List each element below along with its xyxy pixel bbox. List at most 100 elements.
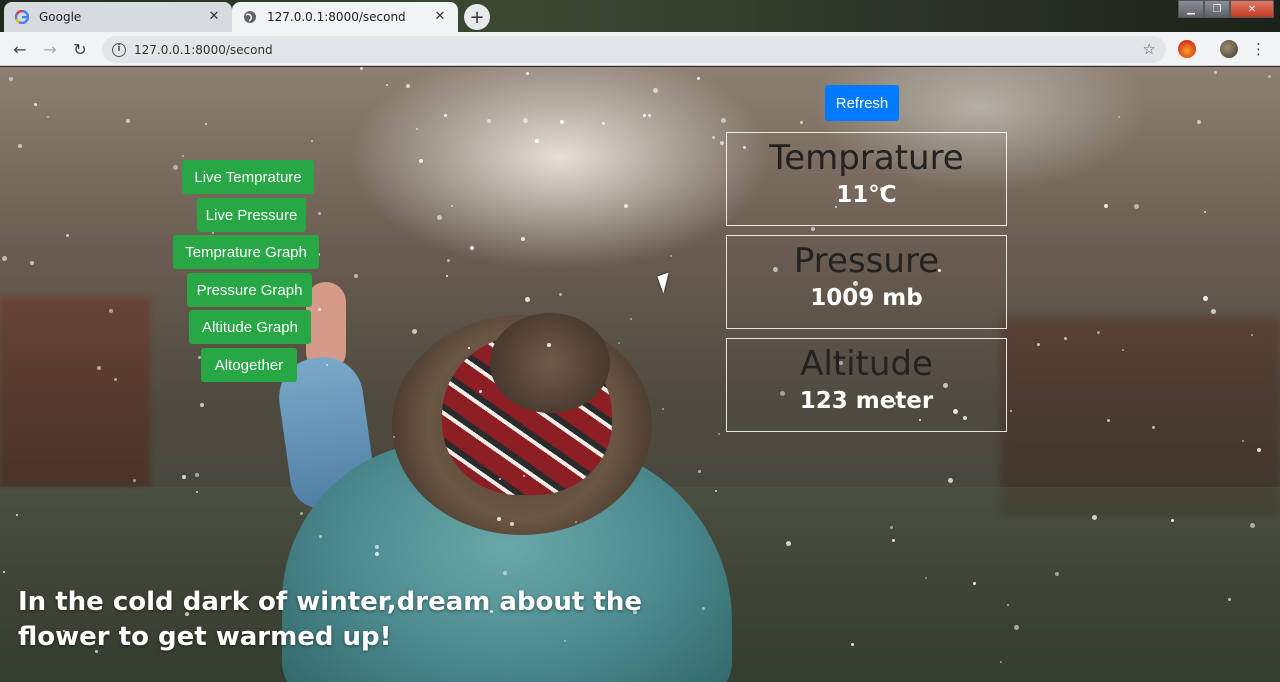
reading-label: Altitude — [800, 344, 933, 384]
snowflake — [1118, 116, 1120, 118]
snowflake — [1104, 204, 1108, 208]
snowflake — [419, 159, 423, 163]
snowflake — [715, 490, 717, 492]
extension-icon[interactable] — [1178, 40, 1196, 58]
snowflake — [375, 552, 379, 556]
quote-line: In the cold dark of winter,dream about t… — [18, 587, 642, 617]
live-pressure-button[interactable]: Live Pressure — [197, 198, 306, 232]
snowflake — [412, 329, 417, 334]
browser-toolbar: ← → ↻ i 127.0.0.1:8000/second ☆ ⋮ — [0, 32, 1280, 66]
snowflake — [1055, 572, 1059, 576]
snowflake — [182, 475, 186, 479]
snowflake — [318, 212, 321, 215]
refresh-button[interactable]: Refresh — [825, 85, 899, 121]
snowflake — [1214, 71, 1217, 74]
snowflake — [212, 232, 214, 234]
snowflake — [535, 139, 539, 143]
snowflake — [66, 234, 69, 237]
snowflake — [643, 114, 646, 117]
avatar[interactable] — [1220, 40, 1238, 58]
snowflake — [721, 118, 726, 123]
globe-icon — [242, 9, 258, 25]
pressure-graph-button[interactable]: Pressure Graph — [187, 273, 312, 307]
temperature-card: Temprature 11°C — [726, 132, 1007, 226]
snowflake — [470, 246, 474, 250]
address-bar[interactable]: i 127.0.0.1:8000/second ☆ — [102, 36, 1166, 63]
quote-line: flower to get warmed up! — [18, 622, 392, 652]
snowflake — [786, 541, 791, 546]
tab-title: Google — [39, 10, 82, 24]
snowflake — [34, 103, 37, 106]
snowflake — [1242, 440, 1244, 442]
star-icon[interactable]: ☆ — [1143, 40, 1156, 58]
temperature-graph-button[interactable]: Temprature Graph — [173, 235, 319, 269]
back-arrow-icon[interactable]: ← — [8, 37, 32, 61]
snowflake — [618, 342, 620, 344]
snowflake — [386, 84, 388, 86]
minimize-icon[interactable]: ▁ — [1178, 0, 1204, 18]
snowflake — [360, 67, 363, 70]
page-content: Live Temprature Live Pressure Temprature… — [0, 67, 1280, 682]
reading-value: 1009 mb — [810, 285, 923, 311]
reading-value: 11°C — [836, 182, 897, 208]
snowflake — [1250, 523, 1255, 528]
snowflake — [1211, 309, 1216, 314]
snowflake — [18, 144, 22, 148]
altitude-card: Altitude 123 meter — [726, 338, 1007, 432]
snowflake — [16, 514, 18, 516]
more-menu-icon[interactable]: ⋮ — [1251, 40, 1266, 58]
snowflake — [811, 227, 815, 231]
snowflake — [948, 478, 953, 483]
snowflake — [523, 475, 525, 477]
snowflake — [1257, 448, 1261, 452]
snowflake — [30, 261, 34, 265]
snowflake — [718, 433, 720, 435]
snowflake — [437, 215, 442, 220]
snowflake — [406, 84, 410, 88]
child-pompom — [490, 313, 610, 413]
snowflake — [973, 582, 976, 585]
snowflake — [487, 119, 491, 123]
new-tab-button[interactable]: + — [464, 4, 490, 30]
snowflake — [698, 470, 701, 473]
winter-quote: In the cold dark of winter,dream about t… — [18, 585, 658, 655]
snowflake — [720, 141, 724, 145]
snowflake — [630, 318, 632, 320]
snowflake — [9, 77, 13, 81]
snowflake — [1251, 334, 1253, 336]
snowflake — [521, 237, 525, 241]
snowflake — [925, 577, 927, 579]
altitude-graph-button[interactable]: Altitude Graph — [189, 310, 311, 344]
snowflake — [1134, 204, 1139, 209]
info-icon[interactable]: i — [112, 42, 126, 57]
snowflake — [114, 378, 117, 381]
close-icon[interactable]: ✕ — [432, 9, 448, 25]
snowflake — [318, 308, 321, 311]
tab-current[interactable]: 127.0.0.1:8000/second ✕ — [232, 2, 458, 32]
snowflake — [712, 136, 715, 139]
tab-google[interactable]: Google ✕ — [4, 2, 232, 32]
snowflake — [1171, 519, 1174, 522]
live-temperature-button[interactable]: Live Temprature — [182, 160, 314, 194]
snowflake — [126, 119, 130, 123]
close-icon[interactable]: ✕ — [206, 9, 222, 25]
snowflake — [1007, 604, 1009, 606]
snowflake — [697, 77, 700, 80]
snowflake — [1203, 296, 1208, 301]
snowflake — [624, 204, 628, 208]
window-controls: ▁ ❐ ✕ — [1178, 0, 1274, 18]
snowflake — [1228, 598, 1231, 601]
snowflake — [499, 478, 501, 480]
snowflake — [702, 607, 705, 610]
forward-arrow-icon[interactable]: → — [38, 37, 62, 61]
reload-icon[interactable]: ↻ — [68, 37, 92, 61]
google-g-icon — [14, 9, 30, 25]
window-close-icon[interactable]: ✕ — [1230, 0, 1274, 18]
maximize-icon[interactable]: ❐ — [1204, 0, 1230, 18]
snowflake — [648, 114, 651, 117]
altogether-button[interactable]: Altogether — [201, 348, 297, 382]
snowflake — [393, 436, 395, 438]
snowflake — [173, 165, 178, 170]
snowflake — [2, 256, 7, 261]
snowflake — [196, 491, 198, 493]
